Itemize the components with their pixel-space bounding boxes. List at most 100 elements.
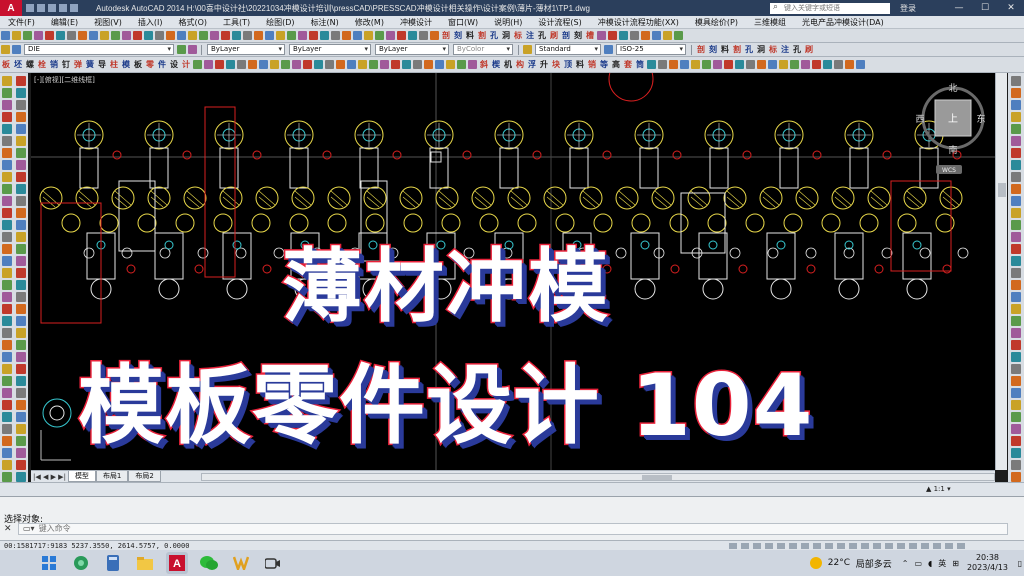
tool-icon[interactable] bbox=[16, 220, 26, 230]
die-tool-button[interactable]: 板 bbox=[133, 59, 143, 70]
compass-south[interactable]: 南 bbox=[948, 144, 957, 156]
die-tool-button[interactable]: 孔 bbox=[537, 30, 547, 41]
close-icon[interactable]: ✕ bbox=[998, 3, 1024, 13]
die-tool-button[interactable]: 料 bbox=[575, 59, 585, 70]
video-editor-icon[interactable] bbox=[230, 552, 252, 574]
tool-icon[interactable] bbox=[2, 436, 12, 446]
viewcube[interactable]: 上 北 南 东 西 WCS bbox=[31, 73, 995, 470]
tool-icon[interactable] bbox=[215, 60, 224, 69]
tool-icon[interactable] bbox=[298, 31, 307, 40]
tool-icon[interactable] bbox=[16, 388, 26, 398]
compass-north[interactable]: 北 bbox=[948, 83, 957, 94]
die-tool-button[interactable]: 标 bbox=[513, 30, 523, 41]
tool-icon[interactable] bbox=[16, 76, 26, 86]
die-tool-button[interactable]: 料 bbox=[720, 44, 730, 55]
tool-icon[interactable] bbox=[1011, 172, 1021, 182]
tool-icon[interactable] bbox=[2, 364, 12, 374]
status-toggle[interactable] bbox=[957, 542, 966, 549]
die-tool-button[interactable]: 导 bbox=[97, 59, 107, 70]
tool-icon[interactable] bbox=[1011, 340, 1021, 350]
die-tool-button[interactable]: 注 bbox=[525, 30, 535, 41]
tool-icon[interactable] bbox=[16, 268, 26, 278]
status-toggle[interactable] bbox=[777, 542, 786, 549]
redo-icon[interactable] bbox=[70, 4, 78, 12]
tool-icon[interactable] bbox=[2, 400, 12, 410]
tool-icon[interactable] bbox=[691, 60, 700, 69]
tool-icon[interactable] bbox=[221, 31, 230, 40]
tool-icon[interactable] bbox=[16, 400, 26, 410]
tool-icon[interactable] bbox=[364, 31, 373, 40]
die-tool-button[interactable]: 顶 bbox=[563, 59, 573, 70]
menu-3d-module[interactable]: 三维模组 bbox=[746, 17, 794, 28]
tool-icon[interactable] bbox=[16, 340, 26, 350]
close-command-icon[interactable]: ✕ bbox=[4, 524, 12, 534]
status-toggle[interactable] bbox=[753, 542, 762, 549]
tool-icon[interactable] bbox=[111, 31, 120, 40]
status-toggle[interactable] bbox=[921, 542, 930, 549]
tool-icon[interactable] bbox=[735, 60, 744, 69]
weather-widget[interactable]: 22°C 局部多云 bbox=[809, 557, 892, 570]
tool-icon[interactable] bbox=[226, 60, 235, 69]
tool-icon[interactable] bbox=[16, 100, 26, 110]
tool-icon[interactable] bbox=[16, 280, 26, 290]
tool-icon[interactable] bbox=[303, 60, 312, 69]
status-toggle[interactable] bbox=[861, 542, 870, 549]
tool-icon[interactable] bbox=[790, 60, 799, 69]
tool-icon[interactable] bbox=[270, 60, 279, 69]
tool-icon[interactable] bbox=[724, 60, 733, 69]
autocad-taskbar-icon[interactable]: A bbox=[166, 552, 188, 574]
tool-icon[interactable] bbox=[347, 60, 356, 69]
tool-icon[interactable] bbox=[248, 60, 257, 69]
tool-icon[interactable] bbox=[424, 60, 433, 69]
tool-icon[interactable] bbox=[2, 100, 12, 110]
tool-icon[interactable] bbox=[342, 31, 351, 40]
die-tool-button[interactable]: 螺 bbox=[25, 59, 35, 70]
die-tool-button[interactable]: 构 bbox=[515, 59, 525, 70]
tool-icon[interactable] bbox=[16, 244, 26, 254]
tool-icon[interactable] bbox=[2, 88, 12, 98]
tool-icon[interactable] bbox=[2, 280, 12, 290]
tool-icon[interactable] bbox=[155, 31, 164, 40]
tool-icon[interactable] bbox=[16, 136, 26, 146]
tool-icon[interactable] bbox=[89, 31, 98, 40]
die-tool-button[interactable]: 栓 bbox=[37, 59, 47, 70]
tool-icon[interactable] bbox=[856, 60, 865, 69]
tool-icon[interactable] bbox=[78, 31, 87, 40]
tool-icon[interactable] bbox=[1011, 304, 1021, 314]
tool-icon[interactable] bbox=[2, 172, 12, 182]
tool-icon[interactable] bbox=[2, 304, 12, 314]
tool-icon[interactable] bbox=[1011, 124, 1021, 134]
tool-icon[interactable] bbox=[2, 460, 12, 470]
horizontal-scrollbar[interactable] bbox=[200, 472, 995, 481]
tool-icon[interactable] bbox=[413, 60, 422, 69]
tool-icon[interactable] bbox=[1011, 268, 1021, 278]
volume-icon[interactable]: ◖ bbox=[928, 559, 932, 568]
tool-icon[interactable] bbox=[12, 31, 21, 40]
tool-icon[interactable] bbox=[397, 31, 406, 40]
tool-icon[interactable] bbox=[314, 60, 323, 69]
die-tool-button[interactable]: 孔 bbox=[744, 44, 754, 55]
tool-icon[interactable] bbox=[276, 31, 285, 40]
tool-icon[interactable] bbox=[177, 31, 186, 40]
menu-format[interactable]: 格式(O) bbox=[170, 17, 215, 28]
tool-icon[interactable] bbox=[210, 31, 219, 40]
die-tool-button[interactable]: 剖 bbox=[441, 30, 451, 41]
status-toggle[interactable] bbox=[729, 542, 738, 549]
tool-icon[interactable] bbox=[16, 112, 26, 122]
tool-icon[interactable] bbox=[658, 60, 667, 69]
die-tool-button[interactable]: 楔 bbox=[491, 59, 501, 70]
tool-icon[interactable] bbox=[16, 148, 26, 158]
status-toggle[interactable] bbox=[909, 542, 918, 549]
tool-icon[interactable] bbox=[1011, 352, 1021, 362]
open-icon[interactable] bbox=[37, 4, 45, 12]
tool-icon[interactable] bbox=[823, 60, 832, 69]
tool-icon[interactable] bbox=[259, 60, 268, 69]
tool-icon[interactable] bbox=[2, 376, 12, 386]
tool-icon[interactable] bbox=[144, 31, 153, 40]
tool-icon[interactable] bbox=[67, 31, 76, 40]
dim-style-icon[interactable] bbox=[604, 45, 613, 54]
menu-die-design[interactable]: 冲模设计 bbox=[392, 17, 440, 28]
status-toggle[interactable] bbox=[849, 542, 858, 549]
camera-icon[interactable] bbox=[262, 552, 284, 574]
tool-icon[interactable] bbox=[16, 436, 26, 446]
